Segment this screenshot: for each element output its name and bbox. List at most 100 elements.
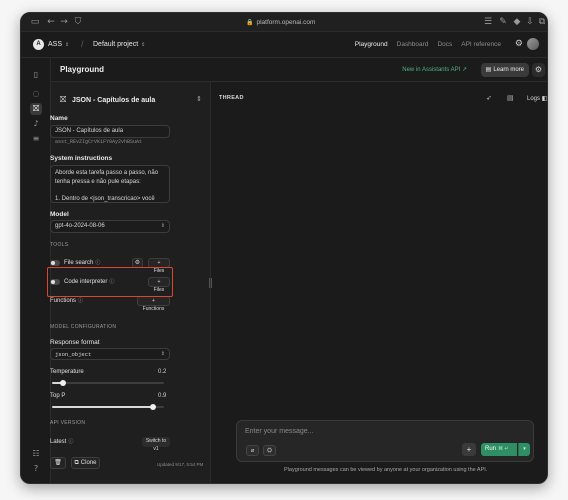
microphone-icon[interactable]: ♪	[30, 118, 42, 130]
back-icon[interactable]: ←	[46, 17, 56, 27]
delete-thread-icon[interactable]: ▤	[507, 94, 514, 103]
clear-thread-icon[interactable]: ➶	[486, 94, 492, 103]
add-functions-button[interactable]: + Functions	[137, 296, 170, 312]
org-selector[interactable]: ASS ⇕	[48, 39, 69, 51]
top-p-label: Top P	[50, 393, 66, 399]
shield-icon[interactable]: ⛉	[73, 17, 83, 27]
response-format-highlight	[47, 267, 173, 297]
project-selector[interactable]: Default project ⇕	[93, 39, 145, 51]
assistant-icon: ⛝	[60, 95, 67, 104]
model-select[interactable]: gpt-4o-2024-08-06 ⇕	[50, 220, 170, 233]
logs-panel-icon: ◧	[541, 95, 548, 102]
model-label: Model	[50, 211, 69, 218]
browser-toolbar: ▭ ← → ⛉ 🔒 platform.openai.com ☰ ✎ ◆ ⇩ ⧉	[21, 13, 547, 32]
run-label: Run	[485, 446, 497, 452]
clone-label: Clone	[80, 460, 97, 466]
menu-icon[interactable]: ☰	[483, 17, 493, 27]
assistant-id[interactable]: asst_REvZIgCrVK1FY0Ay2vhBSuAt	[55, 139, 142, 146]
message-input[interactable]: Enter your message...	[245, 427, 313, 437]
functions-name: Functions	[50, 298, 77, 304]
sliders-icon[interactable]: ≡	[30, 133, 42, 145]
model-config-section-title: MODEL CONFIGURATION	[50, 324, 117, 330]
top-p-slider-fill	[52, 406, 153, 408]
response-format-value: json_object	[55, 351, 92, 358]
chevron-updown-icon: ⇕	[196, 95, 202, 103]
top-p-slider[interactable]	[52, 404, 164, 410]
playground-settings-icon[interactable]: ⚙	[532, 63, 545, 77]
api-version-row: Latest ⓘ Switch to v1	[50, 437, 170, 452]
privacy-notice: Playground messages can be viewed by any…	[284, 467, 488, 473]
project-name: Default project	[93, 41, 139, 48]
panel-resize-handle[interactable]	[209, 278, 212, 288]
assistants-icon[interactable]: ⛝	[30, 103, 42, 115]
temperature-slider[interactable]	[52, 380, 164, 386]
assistant-selector-name: JSON - Capítulos de aula	[72, 97, 156, 104]
logs-toggle[interactable]: Logs ◧	[527, 94, 547, 104]
lock-icon: 🔒	[246, 20, 254, 26]
top-p-slider-thumb[interactable]	[150, 404, 156, 410]
tools-section-title: TOOLS	[50, 242, 69, 248]
thread-title: THREAD	[219, 95, 244, 101]
forward-icon[interactable]: →	[59, 17, 69, 27]
org-avatar[interactable]: A	[33, 39, 44, 50]
copy-icon: ⧉	[74, 459, 79, 466]
user-avatar[interactable]	[527, 38, 539, 50]
top-navigation: A ASS ⇕ / Default project ⇕ Playground Das…	[21, 32, 547, 58]
extension-icon[interactable]: ◆	[512, 17, 522, 27]
attach-icon[interactable]: ⌀	[246, 445, 259, 456]
team-icon[interactable]: ☷	[30, 448, 42, 460]
learn-more-button[interactable]: ▤ Learn more	[480, 63, 529, 77]
updated-timestamp: Updated 9/17, 5:54 PM	[157, 462, 204, 467]
temperature-label: Temperature	[50, 369, 84, 375]
nav-link-docs[interactable]: Docs	[437, 39, 452, 50]
run-shortcut: ⌘ ↵	[498, 446, 509, 452]
logs-label: Logs	[527, 96, 541, 102]
nav-link-api-reference[interactable]: API reference	[461, 39, 501, 50]
switch-to-v1-button[interactable]: Switch to v1	[142, 437, 170, 452]
name-input[interactable]: JSON - Capítulos de aula	[50, 125, 170, 138]
nav-link-playground[interactable]: Playground	[355, 39, 388, 50]
learn-more-label: Learn more	[493, 67, 524, 73]
sidebar-toggle-icon[interactable]: ▭	[30, 17, 40, 27]
functions-row: Functions ⓘ + Functions	[50, 296, 170, 312]
functions-label: Functions ⓘ	[50, 296, 83, 306]
nav-links: Playground Dashboard Docs API reference	[355, 39, 501, 50]
file-search-name: File search	[64, 260, 94, 266]
tabs-icon[interactable]: ⧉	[537, 17, 547, 27]
top-p-value: 0.9	[158, 393, 167, 399]
name-label: Name	[50, 115, 68, 122]
info-icon[interactable]: ⓘ	[78, 298, 83, 304]
run-options-chevron-icon[interactable]: ▾	[518, 443, 530, 456]
nav-link-dashboard[interactable]: Dashboard	[397, 39, 429, 50]
temperature-slider-thumb[interactable]	[60, 380, 66, 386]
chat-icon[interactable]: ◌	[30, 88, 42, 100]
response-format-select[interactable]: json_object ⇕	[50, 348, 170, 360]
temperature-value: 0.2	[158, 369, 167, 375]
chevron-updown-icon: ⇕	[65, 42, 70, 48]
new-in-assistants-link[interactable]: New in Assistants API ↗	[402, 65, 467, 76]
info-icon[interactable]: ⓘ	[95, 260, 100, 266]
assistant-selector[interactable]: ⛝ JSON - Capítulos de aula ⇕	[60, 94, 202, 107]
address-bar[interactable]: 🔒 platform.openai.com	[246, 17, 315, 28]
help-icon[interactable]: ?	[30, 463, 42, 475]
info-icon[interactable]: ⓘ	[68, 439, 73, 445]
pen-icon[interactable]: ✎	[498, 17, 508, 27]
api-version-label: Latest ⓘ	[50, 437, 73, 447]
run-button[interactable]: Run ⌘ ↵	[481, 443, 517, 456]
thread-area: THREAD ➶ ▤ Logs ◧ Enter your message... …	[209, 82, 547, 483]
settings-gear-icon[interactable]: ⚙	[515, 38, 523, 50]
org-name: ASS	[48, 41, 63, 48]
delete-assistant-button[interactable]: 🗑	[50, 457, 66, 469]
download-icon[interactable]: ⇩	[525, 17, 535, 27]
api-version-latest: Latest	[50, 439, 67, 445]
add-image-icon[interactable]: ⛭	[263, 445, 276, 456]
file-search-toggle[interactable]	[50, 260, 60, 266]
chevron-updown-icon: ⇕	[160, 223, 165, 229]
clone-button[interactable]: ⧉ Clone	[71, 457, 100, 469]
browser-window: ▭ ← → ⛉ 🔒 platform.openai.com ☰ ✎ ◆ ⇩ ⧉ A…	[20, 12, 548, 484]
page-title: Playground	[60, 65, 105, 74]
chevron-updown-icon: ⇕	[141, 42, 146, 48]
system-instructions-input[interactable]: Aborde esta tarefa passo a passo, não te…	[50, 165, 170, 203]
sidebar-collapse-icon[interactable]: ▯	[30, 69, 42, 81]
add-message-button[interactable]: +	[462, 443, 476, 456]
